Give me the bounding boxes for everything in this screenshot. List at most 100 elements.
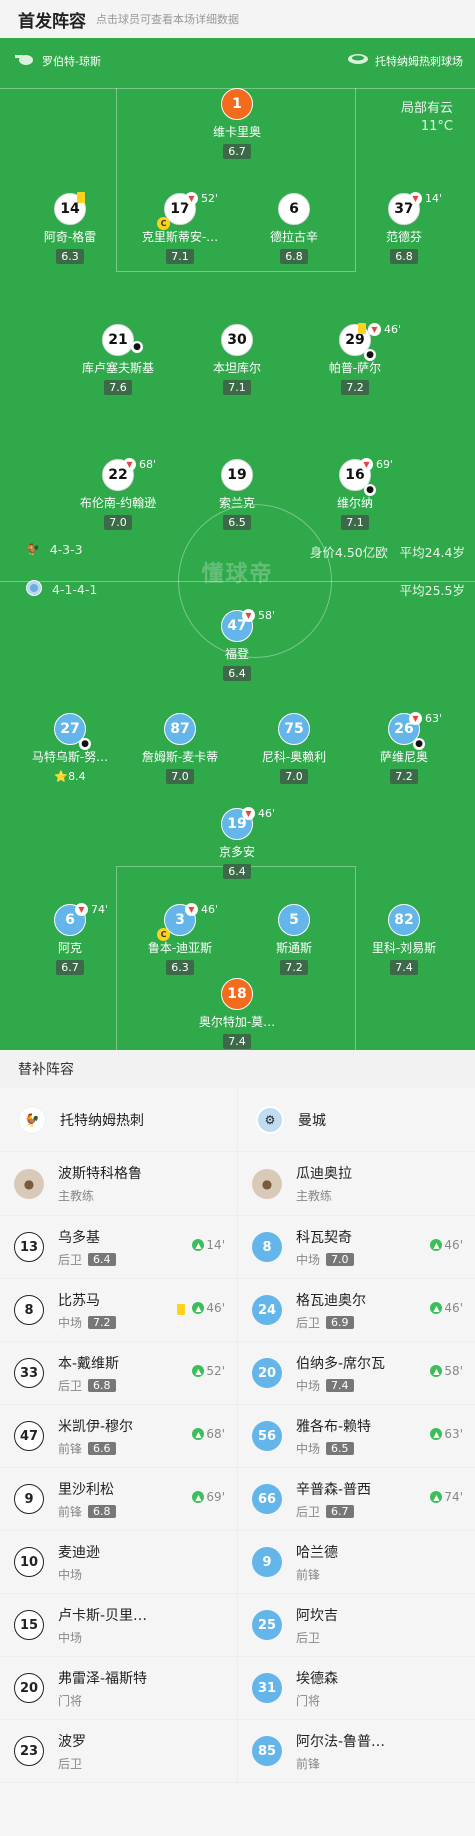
home-player-11[interactable]: 16 ▼ 69' ● 维尔纳 7.1 xyxy=(300,458,410,530)
player-rating: 7.2 xyxy=(390,769,418,784)
away-player-5[interactable]: 26 ▼ 63' ● 萨维尼奥 7.2 xyxy=(349,712,459,784)
sub-position: 后卫 6.7 xyxy=(296,1503,371,1520)
player-rating: 7.2 xyxy=(341,380,369,395)
away-player-3[interactable]: 87 詹姆斯-麦卡蒂 7.0 xyxy=(125,713,235,784)
sub-info: 本-戴维斯 后卫 6.8 xyxy=(58,1353,119,1394)
sub-in-icon: ▲ xyxy=(430,1239,443,1251)
sub-position: 前锋 xyxy=(296,1755,385,1772)
home-sub-row[interactable]: 10 麦迪逊 中场 xyxy=(0,1531,237,1594)
jersey-number-text: 3 xyxy=(175,912,185,928)
home-player-4[interactable]: 6 德拉古辛 6.8 xyxy=(239,193,349,264)
away-sub-row[interactable]: 20 伯纳多-席尔瓦 中场 7.4 ▲ 58' xyxy=(238,1342,475,1405)
home-coach-row[interactable]: ● 波斯特科格鲁 主教练 xyxy=(0,1152,237,1216)
home-player-6[interactable]: 21 ● 库卢塞夫斯基 7.6 xyxy=(63,324,173,395)
sub-in-icon: ▲ xyxy=(430,1491,443,1503)
home-sub-row[interactable]: 23 波罗 后卫 xyxy=(0,1720,237,1783)
home-player-7[interactable]: 30 本坦库尔 7.1 xyxy=(182,324,292,395)
sub-position: 后卫 6.4 xyxy=(58,1251,116,1268)
away-player-7[interactable]: 6 ▼ 74' 阿克 6.7 xyxy=(15,903,125,975)
away-player-6[interactable]: 19 ▼ 46' 京多安 6.4 xyxy=(182,807,292,879)
home-sub-row[interactable]: 8 比苏马 中场 7.2 ▲ 46' xyxy=(0,1279,237,1342)
sub-info: 阿坎吉 后卫 xyxy=(296,1605,338,1646)
sub-name: 哈兰德 xyxy=(296,1544,338,1561)
player-name: 本坦库尔 xyxy=(212,361,261,375)
goal-ball-icon: ● xyxy=(364,349,376,361)
away-coach-row[interactable]: ● 瓜迪奥拉 主教练 xyxy=(238,1152,475,1216)
away-formation-text: 4-1-4-1 xyxy=(52,582,98,597)
sub-number: 24 xyxy=(252,1295,282,1325)
away-sub-row[interactable]: 66 辛普森-普西 后卫 6.7 ▲ 74' xyxy=(238,1468,475,1531)
away-sub-row[interactable]: 25 阿坎吉 后卫 xyxy=(238,1594,475,1657)
column-divider xyxy=(237,1088,238,1786)
away-player-4[interactable]: 75 尼科-奥赖利 7.0 xyxy=(239,713,349,784)
sub-in-minute: 69' xyxy=(206,1490,225,1504)
away-sub-row[interactable]: 85 阿尔法-鲁普… 前锋 xyxy=(238,1720,475,1783)
away-sub-row[interactable]: 9 哈兰德前锋 xyxy=(238,1531,475,1594)
sub-rating: 6.8 xyxy=(88,1504,116,1518)
player-name: 克里斯蒂安-… xyxy=(141,230,219,244)
away-player-11[interactable]: 18 奥尔特加-莫… 7.4 xyxy=(182,978,292,1049)
sub-number: 20 xyxy=(14,1673,44,1703)
away-avg-age: 平均25.5岁 xyxy=(399,583,465,598)
sub-position: 后卫 xyxy=(296,1629,338,1646)
jersey-number: 18 xyxy=(221,978,253,1010)
player-rating: ⭐8.4 xyxy=(54,770,86,783)
home-player-9[interactable]: 22 ▼ 68' 布伦南-约翰逊 7.0 xyxy=(63,458,173,530)
temperature: 11°C xyxy=(420,119,453,134)
sub-name: 格瓦迪奥尔 xyxy=(296,1292,366,1309)
home-sub-row[interactable]: 13 乌多基 后卫 6.4 ▲ 14' xyxy=(0,1216,237,1279)
player-name: 库卢塞夫斯基 xyxy=(81,361,154,375)
header: 首发阵容 点击球员可查看本场详细数据 xyxy=(0,0,475,38)
sub-position-text: 前锋 xyxy=(296,1567,321,1582)
sub-position: 前锋 xyxy=(296,1566,338,1583)
sub-number: 15 xyxy=(14,1610,44,1640)
sub-number: 8 xyxy=(14,1295,44,1325)
home-formation-text: 4-3-3 xyxy=(49,542,83,557)
home-sub-row[interactable]: 33 本-戴维斯 后卫 6.8 ▲ 52' xyxy=(0,1342,237,1405)
away-player-10[interactable]: 82 里科-刘易斯 7.4 xyxy=(349,904,459,975)
jersey-number: 82 xyxy=(388,904,420,936)
player-rating: 7.4 xyxy=(390,960,418,975)
sub-name: 辛普森-普西 xyxy=(296,1481,372,1498)
away-sub-row[interactable]: 31 埃德森 门将 xyxy=(238,1657,475,1720)
away-player-8[interactable]: 3 ▼ 46' C 鲁本-迪亚斯 6.3 xyxy=(125,903,235,975)
home-subs: 🐓 托特纳姆热刺 ● 波斯特科格鲁 主教练 13 乌多基 后卫 6.4 ▲ 14' 8 比苏马… xyxy=(0,1088,237,1783)
sub-minute: 46' xyxy=(384,323,402,336)
sub-rating: 6.6 xyxy=(88,1441,116,1455)
sub-position-text: 前锋 xyxy=(296,1756,321,1771)
away-player-1[interactable]: 47 ▼ 58' 福登 6.4 xyxy=(182,609,292,681)
home-sub-row[interactable]: 9 里沙利松 前锋 6.8 ▲ 69' xyxy=(0,1468,237,1531)
home-sub-row[interactable]: 20 弗雷泽-福斯特 门将 xyxy=(0,1657,237,1720)
sub-minute: 69' xyxy=(376,458,394,471)
jersey-number: 16 ▼ 69' ● xyxy=(339,458,393,496)
player-name: 范德芬 xyxy=(385,230,422,244)
home-player-1[interactable]: 1 维卡里奥 6.7 xyxy=(182,88,292,159)
home-player-10[interactable]: 19 索兰克 6.5 xyxy=(182,459,292,530)
away-player-2[interactable]: 27 ● 马特乌斯-努… ⭐8.4 xyxy=(15,713,125,784)
sub-position: 后卫 6.9 xyxy=(296,1314,366,1331)
player-name: 里科-刘易斯 xyxy=(371,941,437,955)
home-sub-row[interactable]: 47 米凯伊-穆尔 前锋 6.6 ▲ 68' xyxy=(0,1405,237,1468)
home-player-8[interactable]: 29 ▼ 46' ● 帕普-萨尔 7.2 xyxy=(300,323,410,395)
away-sub-row[interactable]: 24 格瓦迪奥尔后卫 6.9 ▲ 46' xyxy=(238,1279,475,1342)
sub-number: 9 xyxy=(252,1547,282,1577)
away-player-9[interactable]: 5 斯通斯 7.2 xyxy=(239,904,349,975)
sub-name: 雅各布-赖特 xyxy=(296,1418,372,1435)
away-team-row[interactable]: ⚙ 曼城 xyxy=(238,1088,475,1152)
sub-in-icon: ▲ xyxy=(430,1302,443,1314)
player-name: 奥尔特加-莫… xyxy=(198,1015,276,1029)
away-sub-row[interactable]: 56 雅各布-赖特 中场 6.5 ▲ 63' xyxy=(238,1405,475,1468)
home-player-3[interactable]: 17 ▼ 52' C 克里斯蒂安-… 7.1 xyxy=(125,192,235,264)
away-sub-row[interactable]: 8 科瓦契奇 中场 7.0 ▲ 46' xyxy=(238,1216,475,1279)
sub-in-minute: 46' xyxy=(444,1301,463,1315)
home-player-2[interactable]: 14 阿奇-格雷 6.3 xyxy=(15,192,125,264)
sub-info: 乌多基 后卫 6.4 xyxy=(58,1227,116,1268)
jersey-number: 6 ▼ 74' xyxy=(54,903,108,936)
home-player-5[interactable]: 37 ▼ 14' 范德芬 6.8 xyxy=(349,192,459,264)
sub-minute: 58' xyxy=(258,609,276,622)
home-sub-row[interactable]: 15 卢卡斯-贝里… 中场 xyxy=(0,1594,237,1657)
sub-info: 米凯伊-穆尔 前锋 6.6 xyxy=(58,1416,133,1457)
sub-info: 格瓦迪奥尔后卫 6.9 xyxy=(296,1290,366,1331)
home-team-row[interactable]: 🐓 托特纳姆热刺 xyxy=(0,1088,237,1152)
jersey-number: 17 ▼ 52' C xyxy=(157,192,218,230)
